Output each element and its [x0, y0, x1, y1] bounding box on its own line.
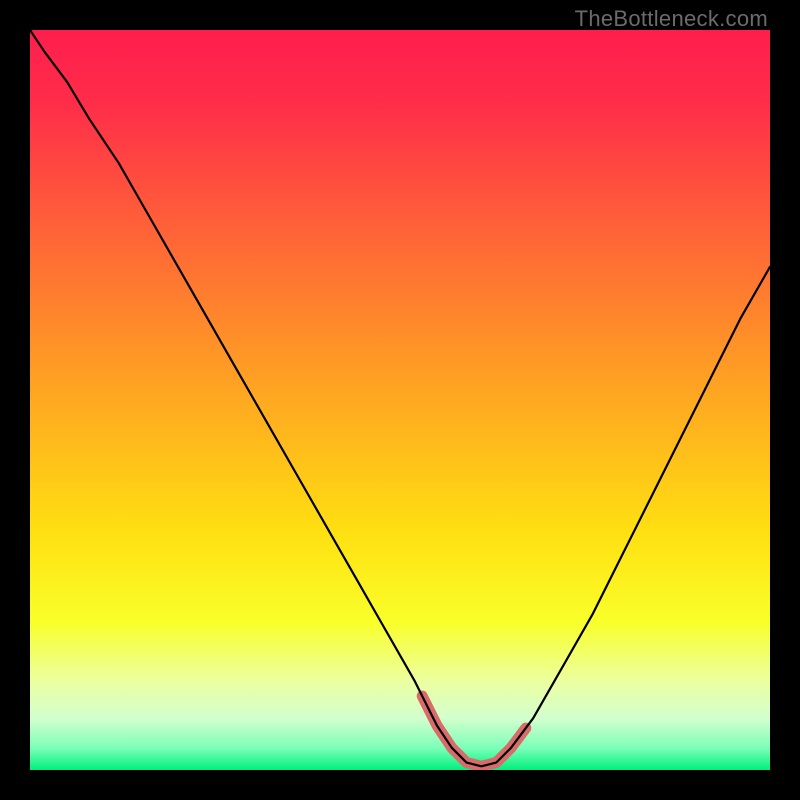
watermark-text: TheBottleneck.com: [575, 6, 768, 32]
optimal-highlight: [422, 696, 526, 766]
bottleneck-chart: TheBottleneck.com: [0, 0, 800, 800]
bottleneck-curve: [30, 30, 770, 766]
curve-layer: [30, 30, 770, 770]
plot-area: [30, 30, 770, 770]
